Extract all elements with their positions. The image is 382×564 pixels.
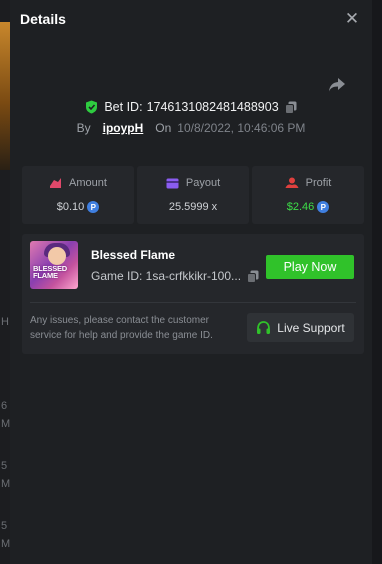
stat-amount-label: Amount <box>69 177 107 189</box>
game-thumbnail-logo: BLESSED FLAME <box>33 264 68 280</box>
on-label: On <box>155 121 172 135</box>
live-support-button[interactable]: Live Support <box>247 313 354 342</box>
background-text: M <box>1 478 11 490</box>
headset-icon <box>257 320 271 334</box>
game-name: Blessed Flame <box>91 248 176 262</box>
background-game-thumbnail[interactable] <box>0 22 10 170</box>
background-text: M <box>1 538 11 550</box>
payout-card-icon <box>166 178 179 188</box>
bet-stats: Amount $0.10 P Payout 25.5999 x Profit $… <box>22 166 364 224</box>
background-text: 5 <box>1 520 8 532</box>
background-text: 5 <box>1 460 8 472</box>
play-now-button[interactable]: Play Now <box>266 255 354 279</box>
game-thumbnail[interactable]: BLESSED FLAME <box>30 241 78 289</box>
copy-icon[interactable] <box>247 270 259 283</box>
bet-id-label: Bet ID: <box>104 100 143 114</box>
game-id-row: Game ID: 1sa-crfkkikr-100... <box>91 269 259 283</box>
by-label: By <box>76 121 91 135</box>
bet-id-row: Bet ID: 1746131082481488903 <box>10 100 372 114</box>
support-help-text: Any issues, please contact the customer … <box>30 315 213 341</box>
background-text: M <box>1 418 11 430</box>
coin-icon: P <box>87 201 100 213</box>
close-icon[interactable]: ✕ <box>344 9 360 28</box>
stat-amount-value: $0.10 <box>56 201 85 213</box>
shield-check-icon <box>86 100 98 114</box>
panel-header: Details ✕ <box>10 0 372 38</box>
details-panel: Details ✕ Bet ID: 1746131082481488903 By… <box>10 0 372 564</box>
stat-payout-label: Payout <box>185 177 221 189</box>
bet-id-value: 1746131082481488903 <box>146 100 279 114</box>
bet-date: 10/8/2022, 10:46:06 PM <box>177 121 306 135</box>
live-support-label: Live Support <box>277 320 345 335</box>
background-text: 6 <box>1 400 8 412</box>
username-link[interactable]: ipoypH <box>103 121 144 135</box>
copy-icon[interactable] <box>284 101 297 114</box>
coin-icon: P <box>317 201 330 213</box>
profit-icon <box>285 177 299 188</box>
bet-meta-row: By ipoypH On 10/8/2022, 10:46:06 PM <box>10 121 372 135</box>
stat-profit-label: Profit <box>305 177 332 189</box>
stat-amount: Amount $0.10 P <box>22 166 134 224</box>
game-card: BLESSED FLAME Blessed Flame Game ID: 1sa… <box>22 234 364 354</box>
background-text: H <box>1 316 9 328</box>
amount-icon <box>50 178 62 188</box>
stat-payout-value: 25.5999 x <box>168 201 218 213</box>
panel-title: Details <box>20 11 66 27</box>
divider <box>30 302 356 303</box>
stat-payout: Payout 25.5999 x <box>137 166 249 224</box>
share-icon[interactable] <box>328 77 346 93</box>
game-id-text: Game ID: 1sa-crfkkikr-100... <box>91 269 242 283</box>
stat-profit-value: $2.46 <box>286 201 315 213</box>
stat-profit: Profit $2.46 P <box>252 166 364 224</box>
